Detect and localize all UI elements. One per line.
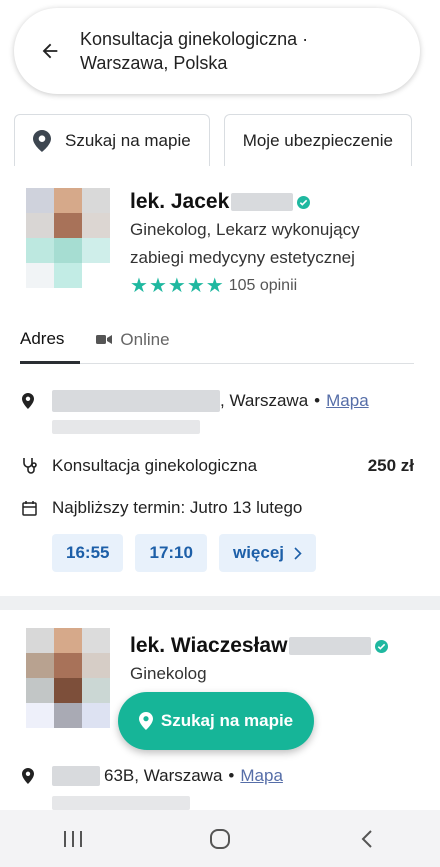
search-bar[interactable]: Konsultacja ginekologiczna · Warszawa, P… (14, 8, 420, 94)
address-row: , Warszawa • Mapa (22, 390, 414, 412)
verified-icon (297, 195, 311, 209)
search-on-map-button[interactable]: Szukaj na mapie (118, 692, 314, 750)
map-link[interactable]: Mapa (240, 766, 283, 786)
doctor-specialization: Ginekolog (130, 664, 207, 683)
tab-address[interactable]: Adres (20, 316, 81, 364)
rating[interactable]: ★ ★ ★ ★ ★ 105 opinii (130, 276, 297, 296)
redacted-surname (231, 193, 294, 211)
more-slots-button[interactable]: więcej (218, 534, 317, 572)
redacted-address-line (52, 420, 200, 434)
verified-icon (375, 639, 389, 653)
reviews-count: 105 opinii (228, 277, 298, 294)
star-icon: ★ (186, 275, 205, 297)
chip-label: Moje ubezpieczenie (242, 130, 393, 150)
location-pin-icon (22, 768, 44, 784)
doctor-name[interactable]: lek. Wiaczesław (130, 634, 389, 658)
card-separator (0, 596, 440, 610)
doctor-card[interactable]: lek. Jacek Ginekolog, Lekarz wykonujący … (0, 166, 440, 596)
star-icon: ★ (148, 275, 167, 297)
redacted-street (52, 766, 100, 786)
chip-label: Szukaj na mapie (65, 130, 191, 150)
home-icon[interactable] (200, 819, 240, 859)
address-row: 63B, Warszawa • Mapa (22, 766, 414, 786)
search-query-text: Konsultacja ginekologiczna · Warszawa, P… (80, 29, 309, 73)
service-price: 250 zł (367, 456, 414, 475)
redacted-address-line (52, 796, 190, 810)
star-icon: ★ (205, 275, 224, 297)
redacted-street (52, 390, 220, 412)
search-on-map-chip[interactable]: Szukaj na mapie (14, 114, 210, 166)
doctor-specialization: Ginekolog, Lekarz wykonujący zabiegi med… (130, 220, 360, 267)
star-icon: ★ (130, 275, 148, 297)
back-arrow-icon[interactable] (36, 37, 64, 65)
doctor-name[interactable]: lek. Jacek (130, 190, 311, 214)
recent-apps-icon[interactable] (53, 819, 93, 859)
map-link[interactable]: Mapa (326, 391, 369, 411)
card-tabs: Adres Online (20, 316, 414, 364)
filter-chips: Szukaj na mapie Moje ubezpieczenie (14, 114, 440, 166)
calendar-icon (22, 500, 44, 516)
back-icon[interactable] (347, 819, 387, 859)
doctor-avatar (26, 628, 110, 728)
system-nav-bar (0, 810, 440, 867)
time-slot-button[interactable]: 17:10 (135, 534, 207, 572)
chevron-right-icon (294, 546, 302, 560)
my-insurance-chip[interactable]: Moje ubezpieczenie (223, 114, 412, 166)
map-pin-icon (33, 129, 51, 152)
next-date-row: Najbliższy termin: Jutro 13 lutego (22, 498, 414, 518)
map-pin-icon (138, 712, 153, 730)
doctor-avatar (26, 188, 110, 288)
stethoscope-icon (22, 457, 44, 475)
service-row[interactable]: Konsultacja ginekologiczna 250 zł (22, 456, 414, 476)
tab-online[interactable]: Online (96, 316, 199, 364)
video-camera-icon (96, 330, 113, 350)
location-pin-icon (22, 393, 44, 409)
star-icon: ★ (167, 275, 186, 297)
redacted-surname (289, 637, 372, 655)
time-slots: 16:55 17:10 więcej (52, 534, 317, 572)
time-slot-button[interactable]: 16:55 (52, 534, 124, 572)
